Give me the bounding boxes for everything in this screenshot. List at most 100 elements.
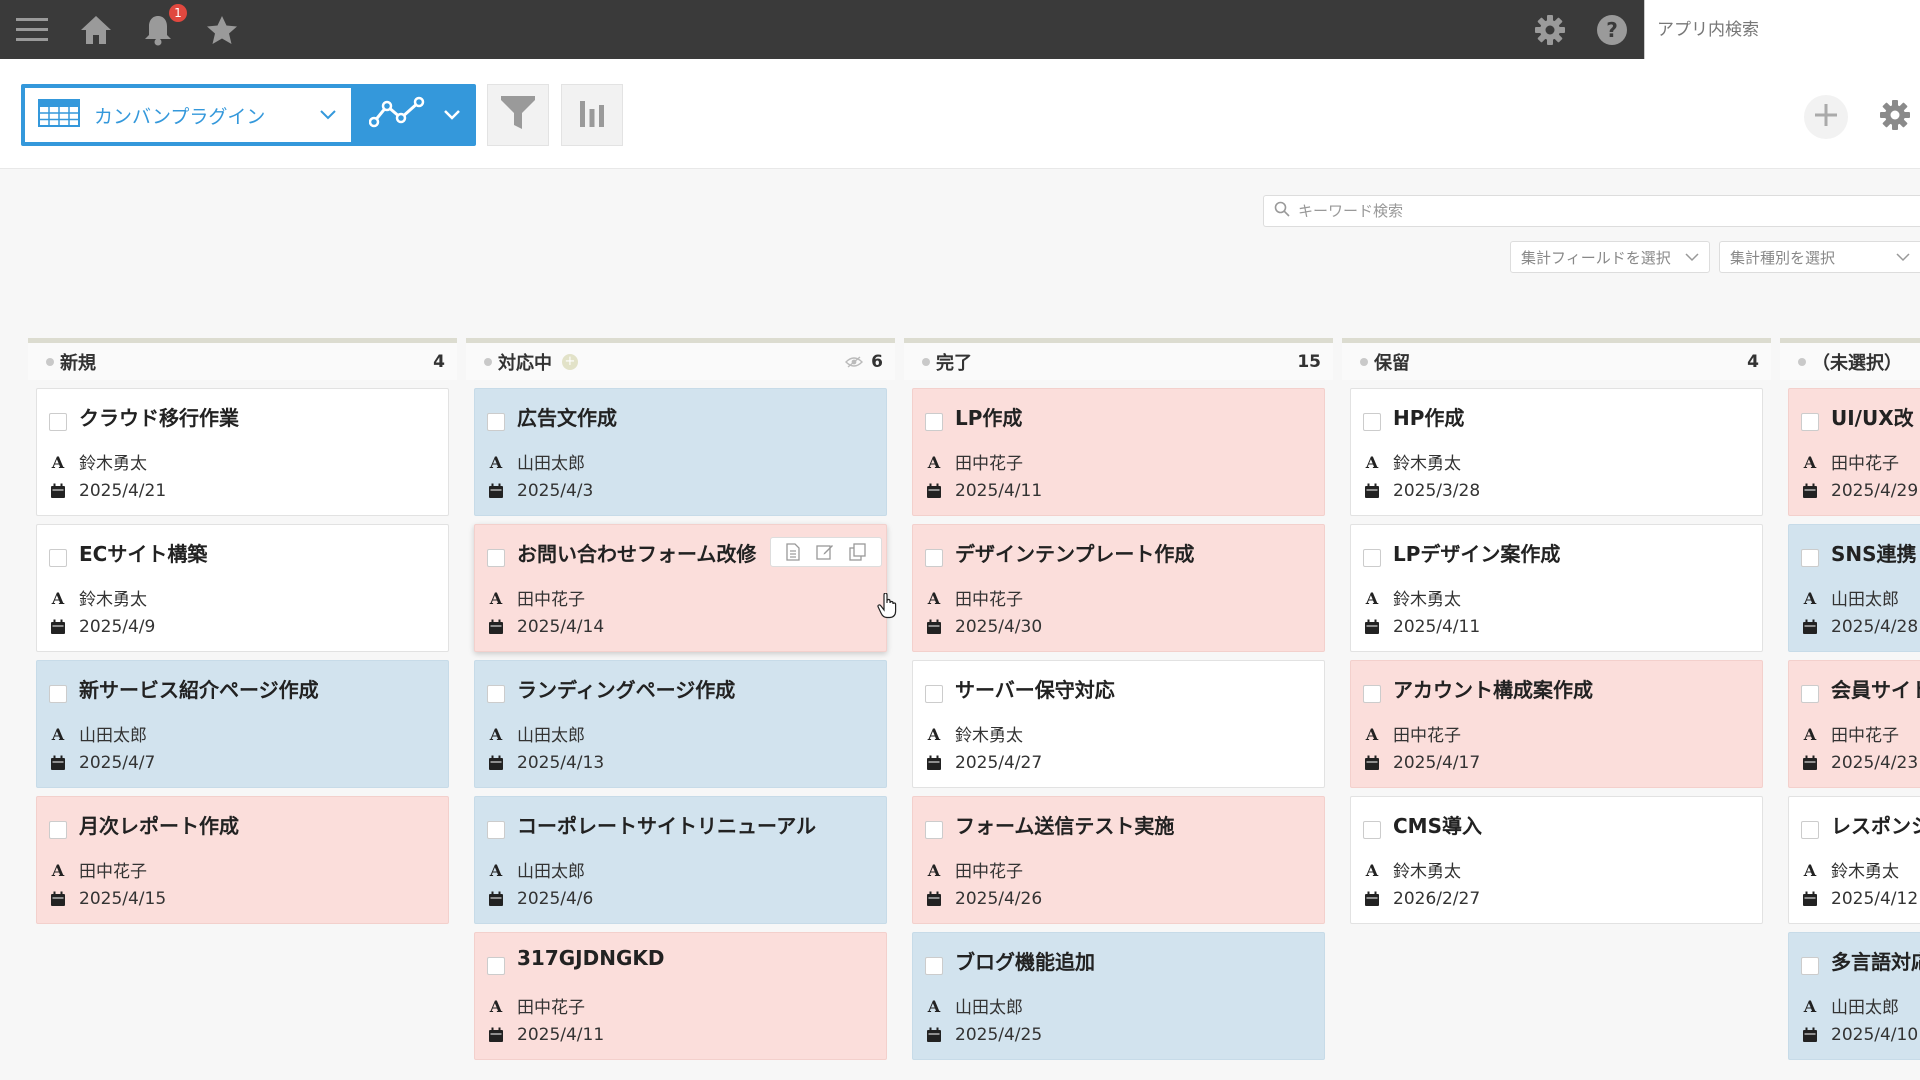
- view-settings-button[interactable]: [1873, 95, 1917, 139]
- kanban-column: 完了 15 LP作成 A 田中花子 2025/4/11 デザインテンプレート作成 A 田中花…: [904, 338, 1333, 1060]
- keyword-search-input[interactable]: [1298, 202, 1920, 220]
- card-title: 新サービス紹介ページ作成: [79, 678, 319, 702]
- kanban-card[interactable]: フォーム送信テスト実施 A 田中花子 2025/4/26: [912, 796, 1325, 924]
- kanban-card[interactable]: LP作成 A 田中花子 2025/4/11: [912, 388, 1325, 516]
- card-checkbox[interactable]: [925, 549, 943, 567]
- kanban-card[interactable]: UI/UX改 A 田中花子 2025/4/29: [1788, 388, 1920, 516]
- card-checkbox[interactable]: [1801, 413, 1819, 431]
- kanban-card[interactable]: 会員サイト A 田中花子 2025/4/23: [1788, 660, 1920, 788]
- card-checkbox[interactable]: [925, 957, 943, 975]
- add-record-button[interactable]: [1804, 95, 1848, 139]
- edit-icon[interactable]: [816, 543, 834, 561]
- kanban-card[interactable]: CMS導入 A 鈴木勇太 2026/2/27: [1350, 796, 1763, 924]
- filter-button[interactable]: [487, 84, 549, 146]
- card-checkbox[interactable]: [49, 821, 67, 839]
- home-icon[interactable]: [74, 0, 118, 59]
- card-checkbox[interactable]: [1801, 685, 1819, 703]
- svg-text:A: A: [1803, 998, 1817, 1014]
- card-title: CMS導入: [1393, 814, 1482, 838]
- view-dropdown[interactable]: カンバンプラグイン: [25, 88, 351, 142]
- bar-chart-icon: [577, 97, 607, 133]
- card-assignee: A 田中花子: [925, 585, 1023, 611]
- card-checkbox[interactable]: [49, 413, 67, 431]
- card-checkbox[interactable]: [487, 413, 505, 431]
- card-checkbox[interactable]: [487, 549, 505, 567]
- aggregate-type-select[interactable]: 集計種別を選択: [1719, 241, 1920, 273]
- keyword-search-box[interactable]: [1263, 195, 1920, 227]
- card-checkbox[interactable]: [1363, 549, 1381, 567]
- assignee-name: 山田太郎: [1831, 590, 1899, 610]
- kanban-card[interactable]: 多言語対応 A 山田太郎 2025/4/10: [1788, 932, 1920, 1060]
- card-checkbox[interactable]: [1801, 957, 1819, 975]
- card-title: UI/UX改: [1831, 406, 1914, 430]
- kanban-card[interactable]: LPデザイン案作成 A 鈴木勇太 2025/4/11: [1350, 524, 1763, 652]
- card-assignee: A 田中花子: [1363, 721, 1461, 747]
- kanban-card[interactable]: お問い合わせフォーム改修 A 田中花子 2025/4/14: [474, 524, 887, 652]
- settings-gear-icon[interactable]: [1528, 0, 1572, 59]
- kanban-card[interactable]: サーバー保守対応 A 鈴木勇太 2025/4/27: [912, 660, 1325, 788]
- assignee-name: 鈴木勇太: [1393, 862, 1461, 882]
- assignee-name: 田中花子: [1393, 726, 1461, 746]
- card-checkbox[interactable]: [49, 549, 67, 567]
- kanban-card[interactable]: クラウド移行作業 A 鈴木勇太 2025/4/21: [36, 388, 449, 516]
- column-dot: [46, 357, 54, 366]
- graph-view-button[interactable]: [357, 88, 473, 142]
- menu-icon[interactable]: [0, 0, 64, 59]
- kanban-card[interactable]: レスポンシ A 鈴木勇太 2025/4/12: [1788, 796, 1920, 924]
- column-header: （未選択）: [1780, 338, 1920, 380]
- card-checkbox[interactable]: [1801, 821, 1819, 839]
- card-due-date: 2025/4/29: [1801, 481, 1918, 501]
- kanban-card[interactable]: 新サービス紹介ページ作成 A 山田太郎 2025/4/7: [36, 660, 449, 788]
- notification-badge: 1: [169, 4, 187, 22]
- hidden-eye-icon[interactable]: [845, 355, 864, 368]
- kanban-card[interactable]: 317GJDNGKD A 田中花子 2025/4/11: [474, 932, 887, 1060]
- card-due-date: 2025/4/15: [49, 889, 166, 909]
- graph-button[interactable]: [561, 84, 623, 146]
- card-checkbox[interactable]: [1801, 549, 1819, 567]
- card-checkbox[interactable]: [487, 685, 505, 703]
- card-checkbox[interactable]: [49, 685, 67, 703]
- card-checkbox[interactable]: [925, 685, 943, 703]
- card-title: 月次レポート作成: [79, 814, 239, 838]
- kanban-card[interactable]: SNS連携 A 山田太郎 2025/4/28: [1788, 524, 1920, 652]
- kanban-column: （未選択） UI/UX改 A 田中花子 2025/4/29 SNS連携 A 山田太郎 2025…: [1780, 338, 1920, 1080]
- app-search-box[interactable]: [1644, 0, 1920, 59]
- kanban-card[interactable]: ブログ機能追加 A 山田太郎 2025/4/25: [912, 932, 1325, 1060]
- kanban-card[interactable]: コーポレートサイトリニューアル A 山田太郎 2025/4/6: [474, 796, 887, 924]
- card-due-date: 2025/4/23: [1801, 753, 1918, 773]
- assignee-name: 鈴木勇太: [1393, 590, 1461, 610]
- card-checkbox[interactable]: [1363, 413, 1381, 431]
- notification-bell-icon[interactable]: 1: [136, 0, 187, 59]
- due-date-value: 2025/4/15: [79, 889, 167, 909]
- help-icon[interactable]: ?: [1590, 0, 1634, 59]
- aggregate-field-select[interactable]: 集計フィールドを選択: [1510, 241, 1710, 273]
- kanban-card[interactable]: 月次レポート作成 A 田中花子 2025/4/15: [36, 796, 449, 924]
- document-icon[interactable]: [785, 543, 801, 561]
- app-search-input[interactable]: [1657, 19, 1908, 40]
- kanban-column: 新規 4 クラウド移行作業 A 鈴木勇太 2025/4/21 ECサイト構築 A 鈴木勇太 2…: [28, 338, 457, 924]
- due-date-value: 2025/4/3: [517, 481, 594, 501]
- due-date-value: 2025/4/11: [955, 481, 1043, 501]
- assignee-name: 鈴木勇太: [1831, 862, 1899, 882]
- card-checkbox[interactable]: [925, 413, 943, 431]
- favorite-star-icon[interactable]: [200, 0, 244, 59]
- calendar-icon: [49, 619, 67, 635]
- column-header: 対応中 + 6: [466, 338, 895, 380]
- copy-icon[interactable]: [849, 543, 867, 561]
- kanban-card[interactable]: 広告文作成 A 山田太郎 2025/4/3: [474, 388, 887, 516]
- kanban-card[interactable]: アカウント構成案作成 A 田中花子 2025/4/17: [1350, 660, 1763, 788]
- card-checkbox[interactable]: [1363, 821, 1381, 839]
- kanban-card[interactable]: ECサイト構築 A 鈴木勇太 2025/4/9: [36, 524, 449, 652]
- kanban-card[interactable]: ランディングページ作成 A 山田太郎 2025/4/13: [474, 660, 887, 788]
- card-checkbox[interactable]: [925, 821, 943, 839]
- card-checkbox[interactable]: [1363, 685, 1381, 703]
- kanban-card[interactable]: HP作成 A 鈴木勇太 2025/3/28: [1350, 388, 1763, 516]
- card-checkbox[interactable]: [487, 957, 505, 975]
- card-checkbox[interactable]: [487, 821, 505, 839]
- assignee-name: 田中花子: [517, 998, 585, 1018]
- kanban-card[interactable]: デザインテンプレート作成 A 田中花子 2025/4/30: [912, 524, 1325, 652]
- svg-text:A: A: [927, 726, 941, 742]
- add-card-icon[interactable]: +: [562, 353, 578, 370]
- svg-text:A: A: [489, 454, 503, 470]
- assignee-name: 田中花子: [517, 590, 585, 610]
